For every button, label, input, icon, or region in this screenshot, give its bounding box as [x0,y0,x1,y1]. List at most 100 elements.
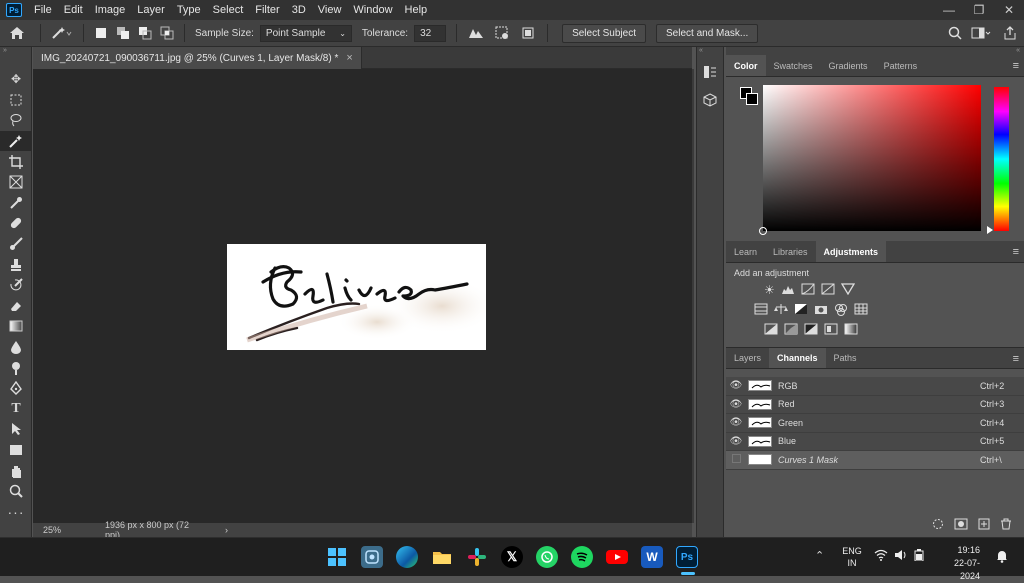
workspace-icon[interactable] [966,23,996,43]
load-selection-icon[interactable] [932,518,944,533]
lasso-tool-icon[interactable] [0,110,32,131]
tab-adjustments[interactable]: Adjustments [815,241,887,262]
canvas-scrollbar[interactable] [692,69,694,523]
whatsapp-icon[interactable] [536,546,558,568]
photos-app-icon[interactable] [361,546,383,568]
channel-mixer-icon[interactable] [834,303,848,320]
gradient-map-icon[interactable] [844,323,858,338]
marquee-tool-icon[interactable] [0,90,32,111]
word-icon[interactable]: W [641,546,663,568]
system-tray[interactable] [874,549,924,564]
menu-help[interactable]: Help [399,4,434,16]
subtract-selection-icon[interactable] [134,23,156,43]
tab-swatches[interactable]: Swatches [766,55,821,76]
move-tool-icon[interactable]: ✥ [0,69,32,90]
zoom-level[interactable]: 25% [43,525,89,535]
sample-size-select[interactable]: Point Sample ⌄ [259,24,352,42]
chevron-up-icon[interactable]: ⌃ [815,549,824,562]
minimize-button[interactable]: — [934,0,964,20]
menu-file[interactable]: File [28,4,58,16]
tab-patterns[interactable]: Patterns [876,55,926,76]
collapse-icon[interactable]: « [697,47,723,57]
panel-menu-icon[interactable]: ≡ [1013,60,1019,72]
selective-color-icon[interactable] [824,323,838,338]
visibility-box[interactable] [726,453,746,466]
path-selection-tool-icon[interactable] [0,419,32,440]
levels-icon[interactable] [781,283,795,298]
tab-paths[interactable]: Paths [826,348,865,368]
tab-gradients[interactable]: Gradients [821,55,876,76]
color-lookup-icon[interactable] [854,303,868,320]
magic-wand-tool-icon[interactable] [0,130,32,152]
slack-icon[interactable] [466,546,488,568]
brightness-icon[interactable]: ☀ [764,283,775,298]
tab-libraries[interactable]: Libraries [765,241,816,262]
contiguous-icon[interactable] [489,23,515,43]
collapse-icon[interactable]: « [726,47,1024,55]
photoshop-taskbar-icon[interactable]: Ps [676,546,698,568]
invert-icon[interactable] [764,323,778,338]
exposure-icon[interactable] [821,283,835,298]
frame-tool-icon[interactable] [0,172,32,193]
channel-row-curves-mask[interactable]: Curves 1 Mask Ctrl+\ [726,451,1024,470]
restore-button[interactable]: ❐ [964,0,994,20]
photo-filter-icon[interactable] [814,303,828,320]
blur-tool-icon[interactable] [0,337,32,358]
gradient-tool-icon[interactable] [0,316,32,337]
eyedropper-tool-icon[interactable] [0,193,32,214]
curves-icon[interactable] [801,283,815,298]
canvas-area[interactable] [33,69,692,523]
youtube-icon[interactable] [606,546,628,568]
panel-menu-icon[interactable]: ≡ [1013,353,1019,365]
channel-row-rgb[interactable]: 👁 RGB Ctrl+2 [726,377,1024,396]
color-balance-icon[interactable] [774,303,788,320]
history-brush-tool-icon[interactable] [0,275,32,296]
tolerance-input[interactable]: 32 [414,24,447,42]
menu-type[interactable]: Type [171,4,207,16]
hue-slider[interactable] [994,87,1009,231]
menu-window[interactable]: Window [347,4,398,16]
rectangle-tool-icon[interactable] [0,440,32,461]
document-image[interactable] [227,244,486,350]
background-color-swatch[interactable] [746,93,758,105]
edge-browser-icon[interactable] [396,546,418,568]
magic-wand-preset-icon[interactable] [47,23,77,43]
menu-layer[interactable]: Layer [131,4,171,16]
menu-view[interactable]: View [312,4,348,16]
vibrance-icon[interactable] [840,283,855,298]
language-indicator[interactable]: ENG IN [838,545,866,569]
tab-channels[interactable]: Channels [769,348,826,368]
x-app-icon[interactable]: 𝕏 [501,546,523,568]
healing-brush-tool-icon[interactable] [0,213,32,234]
anti-alias-icon[interactable] [463,23,489,43]
channel-row-green[interactable]: 👁 Green Ctrl+4 [726,414,1024,433]
delete-channel-icon[interactable] [1000,518,1012,533]
menu-filter[interactable]: Filter [249,4,285,16]
hue-slider-handle[interactable] [987,226,993,234]
intersect-selection-icon[interactable] [156,23,178,43]
menu-select[interactable]: Select [207,4,250,16]
channel-row-blue[interactable]: 👁 Blue Ctrl+5 [726,432,1024,451]
zoom-tool-icon[interactable] [0,481,32,502]
share-icon[interactable] [996,23,1024,43]
new-channel-icon[interactable] [978,518,990,533]
add-selection-icon[interactable] [112,23,134,43]
status-menu-arrow[interactable]: › [225,525,228,535]
tab-learn[interactable]: Learn [726,241,765,262]
more-tools-icon[interactable]: ··· [0,501,32,522]
close-window-button[interactable]: ✕ [994,0,1024,20]
visibility-eye-icon[interactable]: 👁 [726,380,746,391]
3d-panel-icon[interactable] [697,89,723,111]
tab-layers[interactable]: Layers [726,348,769,368]
color-field[interactable] [763,85,981,231]
collapse-icon[interactable]: » [0,47,31,55]
crop-tool-icon[interactable] [0,151,32,172]
brush-tool-icon[interactable] [0,234,32,255]
hand-tool-icon[interactable] [0,460,32,481]
tab-color[interactable]: Color [726,55,766,76]
dodge-tool-icon[interactable] [0,357,32,378]
pen-tool-icon[interactable] [0,378,32,399]
notifications-icon[interactable] [995,549,1009,566]
document-tab[interactable]: IMG_20240721_090036711.jpg @ 25% (Curves… [33,47,362,69]
menu-3d[interactable]: 3D [286,4,312,16]
